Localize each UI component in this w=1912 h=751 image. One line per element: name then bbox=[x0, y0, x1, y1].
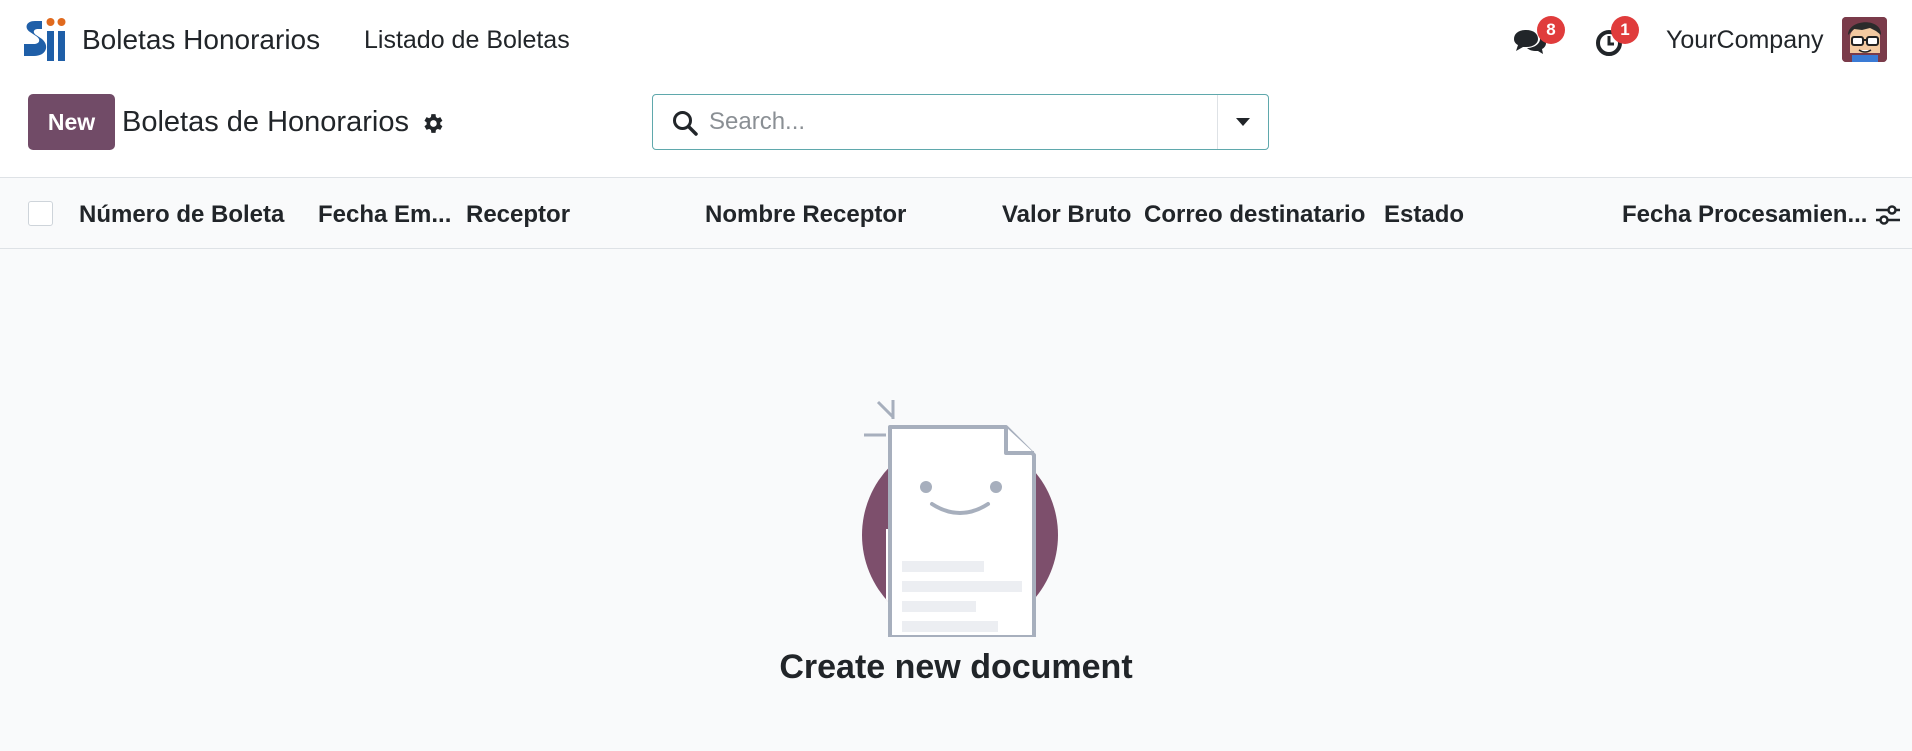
optional-columns-icon[interactable] bbox=[1874, 201, 1902, 229]
column-header-valor-bruto[interactable]: Valor Bruto bbox=[1002, 201, 1131, 229]
sii-logo[interactable] bbox=[22, 16, 70, 62]
column-header-fecha-procesamiento[interactable]: Fecha Procesamien... bbox=[1622, 201, 1867, 229]
messages-badge: 8 bbox=[1537, 16, 1565, 44]
company-switcher[interactable]: YourCompany bbox=[1666, 26, 1824, 55]
column-header-correo-destinatario[interactable]: Correo destinatario bbox=[1144, 201, 1365, 229]
select-all-checkbox[interactable] bbox=[28, 201, 53, 226]
search-input[interactable] bbox=[709, 103, 1249, 141]
search-options-toggle[interactable] bbox=[1218, 95, 1268, 149]
menu-item-listado-boletas[interactable]: Listado de Boletas bbox=[364, 26, 570, 55]
gear-icon[interactable] bbox=[420, 111, 445, 136]
user-avatar[interactable] bbox=[1842, 17, 1887, 62]
empty-document-illustration bbox=[856, 397, 1060, 639]
chevron-down-icon bbox=[1236, 118, 1250, 126]
column-header-receptor[interactable]: Receptor bbox=[466, 201, 570, 229]
empty-state-title: Create new document bbox=[779, 648, 1133, 686]
page-title: Boletas de Honorarios bbox=[122, 106, 409, 138]
list-table-header: Número de Boleta Fecha Em... Receptor No… bbox=[0, 179, 1912, 249]
column-header-fecha-emision[interactable]: Fecha Em... bbox=[318, 201, 451, 229]
search-icon bbox=[671, 109, 699, 137]
column-header-numero-boleta[interactable]: Número de Boleta bbox=[79, 201, 284, 229]
column-header-estado[interactable]: Estado bbox=[1384, 201, 1464, 229]
app-name[interactable]: Boletas Honorarios bbox=[82, 24, 320, 56]
column-header-nombre-receptor[interactable]: Nombre Receptor bbox=[705, 201, 906, 229]
top-navbar: Boletas Honorarios Listado de Boletas 8 … bbox=[0, 0, 1912, 80]
control-panel: New Boletas de Honorarios bbox=[0, 80, 1912, 178]
new-button[interactable]: New bbox=[28, 94, 115, 150]
activities-badge: 1 bbox=[1611, 16, 1639, 44]
search-bar bbox=[652, 94, 1269, 150]
